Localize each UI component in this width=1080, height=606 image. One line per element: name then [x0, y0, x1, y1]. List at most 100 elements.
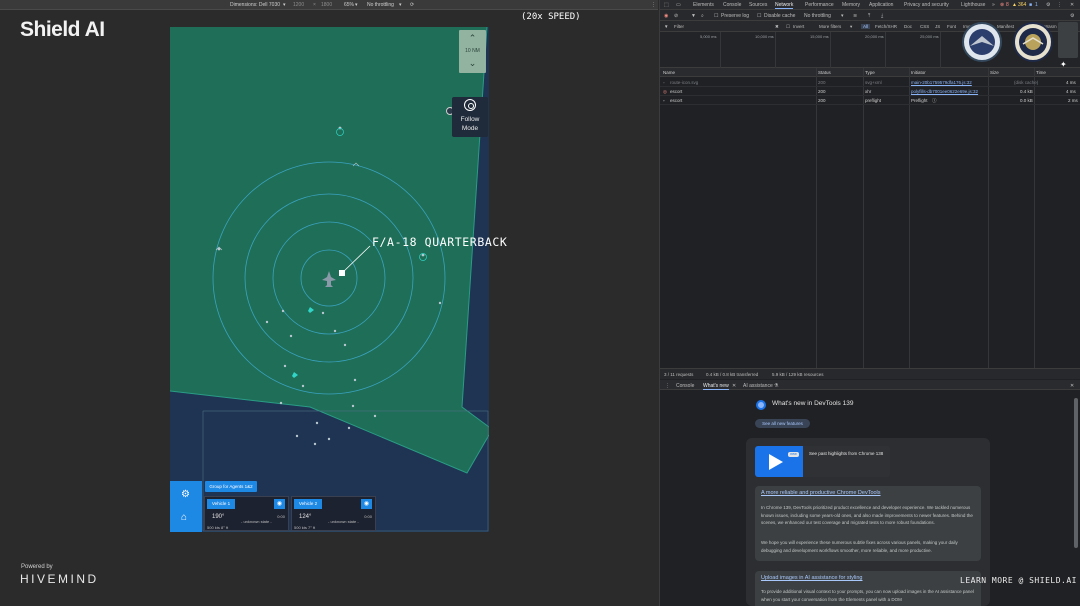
feature-title-link[interactable]: Upload images in AI assistance for styli… — [761, 575, 863, 581]
col-type[interactable]: Type — [865, 70, 875, 75]
badge-panel — [1058, 22, 1078, 58]
drawer-scrollbar[interactable] — [1074, 398, 1078, 548]
tab-network[interactable]: Network — [775, 2, 794, 9]
throttle-select[interactable]: No throttling — [367, 2, 394, 8]
filter-funnel-icon: ▼ — [664, 24, 669, 29]
row-status: 200 — [818, 98, 826, 103]
type-filter-fetch[interactable]: Fetch/XHR — [875, 24, 897, 29]
table-row[interactable]: ◎ escort 200 xhr polyfills-db7001ee0622e… — [660, 87, 1080, 96]
timeline-tick: 25,000 ms — [920, 34, 939, 39]
tab-privacy[interactable]: Privacy and security — [904, 2, 949, 8]
preserve-log-label: Preserve log — [721, 13, 750, 19]
rotate-icon[interactable]: ⟳ — [410, 2, 414, 8]
drawer-menu-icon[interactable]: ⋮ — [665, 383, 670, 389]
chevron-down-icon: ▾ — [841, 13, 844, 19]
vehicle-card-2[interactable]: Vehicle 2 ◉ 124° 0:00 - unknown state - … — [291, 496, 376, 531]
see-all-features-button[interactable]: See all new features — [755, 419, 810, 428]
drawer-tab-whats-new[interactable]: What's new — [703, 383, 729, 390]
tab-memory[interactable]: Memory — [842, 2, 860, 8]
import-icon[interactable]: ⤒ — [868, 13, 870, 19]
row-initiator[interactable]: Preflight — [911, 98, 928, 103]
dimensions-select[interactable]: Dimensions: Dell 7030 — [230, 2, 280, 8]
disable-cache-label: Disable cache — [764, 13, 796, 19]
more-options-icon[interactable]: ⋮ — [1057, 2, 1062, 8]
tactical-map[interactable] — [170, 27, 489, 532]
device-mode-icon[interactable]: ▭ — [676, 2, 681, 8]
table-row[interactable]: ▫ escort 200 preflight Preflight ⓘ 0.0 k… — [660, 96, 1080, 105]
width-field[interactable]: 1200 — [293, 2, 304, 8]
row-initiator[interactable]: polyfills-db7001ee0622e69e.js:32 — [911, 89, 978, 94]
close-icon[interactable]: ✕ — [732, 383, 736, 389]
tab-lighthouse[interactable]: Lighthouse — [961, 2, 985, 8]
inspect-icon[interactable]: ⬚ — [664, 2, 669, 8]
tab-console[interactable]: Console — [723, 2, 741, 8]
info-circle-icon[interactable]: ⓘ — [932, 98, 937, 104]
vehicle-settings-icon[interactable]: ◉ — [361, 499, 372, 509]
aircraft-callout: F/A-18 QUARTERBACK — [372, 235, 508, 249]
network-toolbar: ◉ ⊘ ▼ ⌕ ☐ Preserve log ☐ Disable cache N… — [660, 10, 1080, 21]
vehicle-settings-icon[interactable]: ◉ — [274, 499, 285, 509]
col-name[interactable]: Name — [663, 70, 675, 75]
follow-mode-label-1: Follow — [460, 116, 480, 123]
preserve-log-checkbox[interactable]: ☐ — [714, 13, 718, 19]
drawer-tab-console[interactable]: Console — [676, 383, 694, 389]
tab-performance[interactable]: Performance — [805, 2, 834, 8]
vehicle-card-1[interactable]: Vehicle 1 ◉ 190° 0:00 - unknown state - … — [204, 496, 289, 531]
type-filter-doc[interactable]: Doc — [904, 24, 912, 29]
warning-icon[interactable]: ▲ — [1012, 2, 1017, 8]
type-filter-all[interactable]: All — [861, 24, 871, 29]
zoom-select[interactable]: 65% — [344, 2, 354, 8]
type-filter-css[interactable]: CSS — [920, 24, 929, 29]
home-icon[interactable]: ⌂ — [181, 512, 187, 523]
throttling-select[interactable]: No throttling — [804, 13, 831, 19]
timeline-tick: 5,000 ms — [700, 34, 717, 39]
type-filter-font[interactable]: Font — [947, 24, 956, 29]
feature-title-link[interactable]: A more reliable and productive Chrome De… — [761, 490, 881, 496]
record-icon[interactable]: ◉ — [664, 13, 668, 19]
zoom-scale-label: 10 NM — [465, 48, 480, 54]
col-size[interactable]: Size — [990, 70, 999, 75]
close-icon[interactable]: ✕ — [1070, 2, 1074, 8]
search-icon[interactable]: ⌕ — [701, 13, 704, 19]
follow-mode-button[interactable]: Follow Mode — [452, 97, 488, 137]
settings-icon[interactable]: ⚙ — [1046, 2, 1050, 8]
video-card[interactable]: new See past highlights from Chrome 138 — [755, 446, 890, 477]
selection-marker[interactable] — [339, 270, 345, 276]
close-drawer-icon[interactable]: ✕ — [1070, 383, 1074, 389]
drawer-tab-ai-assistance[interactable]: AI assistance — [743, 383, 773, 389]
filter-icon[interactable]: ▼ — [691, 13, 696, 19]
filter-clear-icon[interactable]: ✖ — [775, 24, 779, 30]
vehicle-name[interactable]: Vehicle 2 — [294, 499, 322, 509]
invert-checkbox[interactable]: ☐ — [786, 24, 790, 30]
filter-input[interactable]: Filter — [674, 24, 774, 29]
table-row[interactable]: ▫ route-icon.svg 200 svg+xml main-20b175… — [660, 78, 1080, 87]
clear-icon[interactable]: ⊘ — [674, 13, 678, 19]
tab-application[interactable]: Application — [869, 2, 893, 8]
gear-icon[interactable]: ⚙ — [181, 489, 190, 500]
play-icon — [769, 454, 783, 470]
col-status[interactable]: Status — [818, 70, 831, 75]
type-filter-js[interactable]: JS — [935, 24, 940, 29]
wifi-icon[interactable]: ≋ — [853, 13, 857, 19]
export-icon[interactable]: ⤓ — [881, 13, 883, 19]
side-buttons: ⚙ ⌂ — [170, 481, 202, 532]
error-icon[interactable]: ⊗ — [1000, 2, 1004, 8]
info-count: 1 — [1035, 2, 1038, 8]
col-time[interactable]: Time — [1036, 70, 1046, 75]
tab-sources[interactable]: Sources — [749, 2, 767, 8]
zoom-out-button[interactable]: ⌄ — [459, 58, 486, 69]
more-filters-select[interactable]: More filters — [819, 24, 841, 29]
info-icon[interactable]: ■ — [1029, 2, 1032, 8]
disable-cache-checkbox[interactable]: ☐ — [757, 13, 761, 19]
feature-card: A more reliable and productive Chrome De… — [755, 486, 981, 561]
more-tabs-icon[interactable]: » — [992, 2, 995, 8]
row-initiator[interactable]: main-20b1759579dfa176.js:32 — [911, 80, 972, 85]
network-settings-icon[interactable]: ⚙ — [1070, 13, 1074, 19]
height-field[interactable]: 1800 — [321, 2, 332, 8]
col-initiator[interactable]: Initiator — [911, 70, 926, 75]
group-agents-button[interactable]: Group for Agents 1&2 — [205, 481, 257, 492]
more-options-icon[interactable]: ⋮ — [651, 2, 656, 8]
zoom-in-button[interactable]: ⌃ — [459, 33, 486, 44]
tab-elements[interactable]: Elements — [693, 2, 714, 8]
vehicle-name[interactable]: Vehicle 1 — [207, 499, 235, 509]
